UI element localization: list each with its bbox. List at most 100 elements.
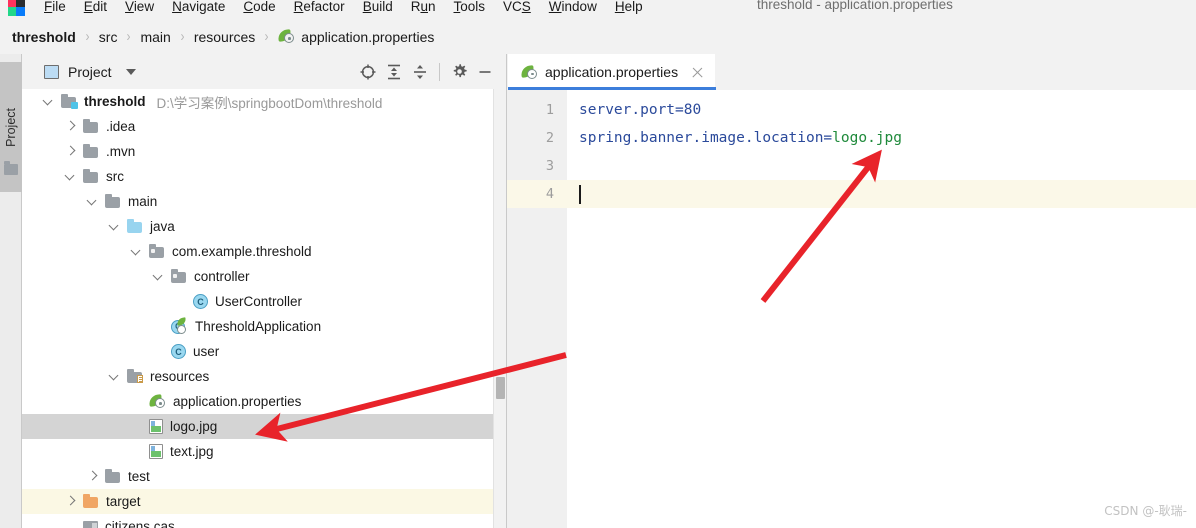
chevron-right-icon[interactable]	[64, 120, 77, 133]
menu-item-navigate[interactable]: Navigate	[163, 0, 234, 18]
breadcrumb-item-src[interactable]: src	[99, 29, 118, 45]
tree-row-com-example-threshold[interactable]: com.example.threshold	[22, 239, 506, 264]
code-line[interactable]: spring.banner.image.location=logo.jpg	[567, 124, 1196, 152]
menu-item-refactor[interactable]: Refactor	[285, 0, 354, 18]
tree-row-label: .idea	[106, 119, 136, 134]
chevron-right-icon[interactable]	[64, 495, 77, 508]
tree-row-user[interactable]: Cuser	[22, 339, 506, 364]
menu-item-vcs[interactable]: VCS	[494, 0, 540, 18]
tree-row-thresholdapplication[interactable]: C ThresholdApplication	[22, 314, 506, 339]
expand-all-icon[interactable]	[381, 59, 407, 85]
tree-row-test[interactable]: test	[22, 464, 506, 489]
spring-properties-icon	[148, 394, 166, 409]
line-number: 2	[545, 130, 554, 146]
tree-row-application-properties[interactable]: application.properties	[22, 389, 506, 414]
tree-row-logo-jpg[interactable]: logo.jpg	[22, 414, 506, 439]
tree-row-label: text.jpg	[170, 444, 214, 459]
menu-item-code[interactable]: Code	[234, 0, 284, 18]
menu-item-build[interactable]: Build	[354, 0, 402, 18]
tree-row-text-jpg[interactable]: text.jpg	[22, 439, 506, 464]
image-file-icon	[149, 444, 163, 459]
menu-item-help[interactable]: Help	[606, 0, 652, 18]
minimize-icon[interactable]	[472, 59, 498, 85]
window-title: threshold - application.properties	[757, 0, 953, 12]
project-tree[interactable]: threshold D:\学习案例\springbootDom\threshold…	[22, 89, 506, 528]
tree-row-resources[interactable]: resources	[22, 364, 506, 389]
chevron-down-icon[interactable]	[108, 220, 121, 233]
tree-row-controller[interactable]: controller	[22, 264, 506, 289]
editor-code[interactable]: server.port=80 spring.banner.image.locati…	[567, 90, 1196, 528]
tree-toggle-placeholder	[152, 345, 165, 358]
xml-file-icon	[83, 520, 98, 528]
locate-in-tree-icon[interactable]	[355, 59, 381, 85]
scrollbar-thumb[interactable]	[496, 377, 505, 399]
tree-row-main[interactable]: main	[22, 189, 506, 214]
menu-item-run[interactable]: Run	[402, 0, 445, 18]
menu-bar[interactable]: File Edit View Navigate Code Refactor Build Run…	[0, 0, 652, 18]
gear-icon[interactable]	[446, 59, 472, 85]
chevron-down-icon[interactable]	[64, 170, 77, 183]
tree-row-label: com.example.threshold	[172, 244, 312, 259]
tree-row-label: user	[193, 344, 220, 359]
chevron-right-icon[interactable]	[86, 470, 99, 483]
breadcrumb-item-main[interactable]: main	[140, 29, 170, 45]
menu-item-tools[interactable]: Tools	[445, 0, 495, 18]
chevron-down-icon[interactable]	[108, 370, 121, 383]
menu-item-window[interactable]: Window	[540, 0, 606, 18]
sidebar-tab-project[interactable]: Project	[0, 62, 22, 192]
tree-row-label: ThresholdApplication	[195, 319, 322, 334]
folder-icon	[83, 169, 99, 183]
tree-row--idea[interactable]: .idea	[22, 114, 506, 139]
project-tree-scrollbar[interactable]	[493, 89, 506, 528]
breadcrumb-item-file[interactable]: application.properties	[277, 28, 435, 45]
project-panel-title: Project	[68, 63, 112, 80]
project-panel-toolbar	[355, 54, 498, 89]
tree-row-citizens-cas[interactable]: citizens.cas	[22, 514, 506, 528]
menu-item-file[interactable]: File	[35, 0, 75, 18]
chevron-down-icon[interactable]	[152, 270, 165, 283]
tree-row-java[interactable]: java	[22, 214, 506, 239]
tree-row-label: main	[128, 194, 158, 209]
menu-item-view[interactable]: View	[116, 0, 163, 18]
text-caret	[579, 185, 581, 204]
code-line[interactable]: server.port=80	[567, 96, 1196, 124]
tree-row-target[interactable]: target	[22, 489, 506, 514]
tree-row-usercontroller[interactable]: C UserController	[22, 289, 506, 314]
collapse-all-icon[interactable]	[407, 59, 433, 85]
chevron-down-icon[interactable]	[125, 68, 136, 75]
editor-area: application.properties 1 2 3 4 server.port=…	[507, 54, 1196, 528]
tree-row-label: java	[150, 219, 175, 234]
close-icon[interactable]	[691, 66, 704, 79]
chevron-right-icon[interactable]	[64, 145, 77, 158]
editor-tab-label: application.properties	[545, 64, 679, 80]
breadcrumb-file-label: application.properties	[301, 28, 435, 45]
chevron-down-icon[interactable]	[42, 95, 55, 108]
chevron-down-icon[interactable]	[86, 195, 99, 208]
tree-row-threshold[interactable]: threshold D:\学习案例\springbootDom\threshold	[22, 89, 506, 114]
tree-row-src[interactable]: src	[22, 164, 506, 189]
breadcrumb-separator: ›	[264, 28, 269, 45]
editor-tab-application-properties[interactable]: application.properties	[508, 54, 716, 90]
breadcrumb-item-resources[interactable]: resources	[194, 29, 255, 45]
breadcrumb-separator: ›	[85, 28, 90, 45]
line-number: 3	[545, 158, 554, 174]
code-line[interactable]	[567, 152, 1196, 180]
breadcrumb-item-project[interactable]: threshold	[12, 29, 76, 45]
chevron-down-icon[interactable]	[130, 245, 143, 258]
editor-gutter[interactable]: 1 2 3 4	[507, 90, 567, 528]
tree-row--mvn[interactable]: .mvn	[22, 139, 506, 164]
menu-item-edit[interactable]: Edit	[75, 0, 116, 18]
code-line[interactable]	[567, 180, 1196, 208]
tree-row-label: UserController	[215, 294, 303, 309]
code-line-content: server.port=80	[567, 102, 701, 118]
breadcrumb[interactable]: threshold › src › main › resources › app…	[0, 19, 1196, 54]
